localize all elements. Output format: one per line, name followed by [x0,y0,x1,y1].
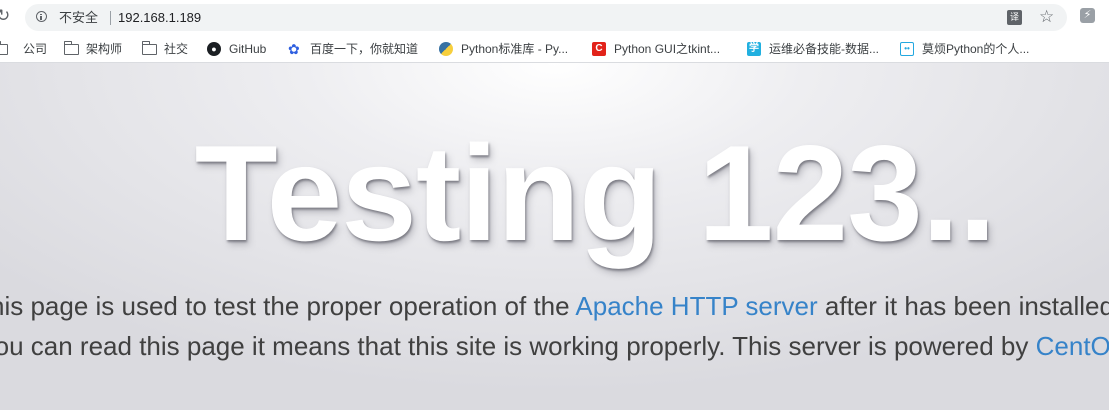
paragraph-text: This page is used to test the proper ope… [0,291,576,321]
page-headline: Testing 123.. [194,117,997,269]
csdn-icon: C [592,42,606,56]
page-content: Testing 123.. This page is used to test … [0,63,1109,410]
address-bar[interactable]: 不安全 192.168.1.189 译 ☆ [25,4,1067,31]
bookmark-label: Python标准库 - Py... [461,42,569,56]
info-icon[interactable] [36,11,47,22]
bilibili-icon: •• [900,42,914,56]
bookmark-label: Python GUI之tkint... [614,42,721,56]
centos-link[interactable]: CentOS [1036,331,1109,361]
study-icon: 学 [747,42,761,56]
folder-icon [63,41,79,55]
bookmark-label: GitHub [229,42,267,56]
reload-icon[interactable]: ↻ [0,6,14,26]
bookmark-label: 运维必备技能-数据... [769,42,879,56]
bookmark-label: 公司 [23,42,48,56]
security-label[interactable]: 不安全 [59,9,98,26]
folder-icon [0,41,8,55]
apache-link[interactable]: Apache HTTP server [575,291,817,321]
bookmark-label: 架构师 [86,42,123,56]
folder-icon [141,41,157,55]
bookmark-label: 社交 [164,42,189,56]
divider [110,11,111,25]
github-icon: ● [207,42,221,56]
intro-paragraph: This page is used to test the proper ope… [0,287,1109,366]
bookmarks-bar: 公司 架构师 社交 ● GitHub ✿ 百度一下，你就知道 Python标准库… [0,34,1109,63]
browser-toolbar: ↻ 不安全 192.168.1.189 译 ☆ ⚡ [0,0,1109,34]
translate-icon[interactable]: 译 [1007,10,1022,25]
bookmark-star-icon[interactable]: ☆ [1039,7,1054,27]
url-text[interactable]: 192.168.1.189 [118,9,201,26]
extension-icon[interactable]: ⚡ [1080,8,1095,23]
baidu-icon: ✿ [288,41,300,57]
python-icon [439,42,453,56]
bookmark-label: 百度一下，你就知道 [310,42,419,56]
bookmark-label: 莫烦Python的个人... [922,42,1030,56]
